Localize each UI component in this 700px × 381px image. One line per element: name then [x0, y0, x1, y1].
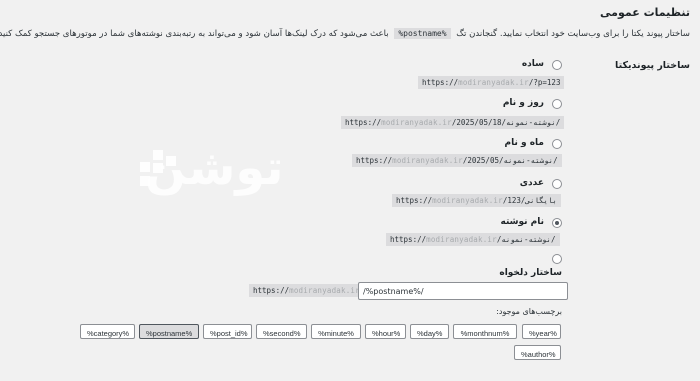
- sample-path: /نوشته-نمونه/: [496, 235, 556, 244]
- tag-button-category[interactable]: %category%: [80, 324, 135, 339]
- custom-url-prefix: https://modiranyadak.ir: [249, 284, 364, 297]
- tag-button-year[interactable]: %year%: [522, 324, 561, 339]
- section-title: تنظیمات عمومی: [600, 6, 690, 19]
- option-plain-label: ساده: [521, 59, 544, 69]
- prefix-domain: modiranyadak.ir: [289, 286, 360, 295]
- description-after: باعث می‌شود که درک لینک‌ها آسان شود و می…: [0, 29, 389, 39]
- sample-domain: modiranyadak.ir: [432, 196, 503, 205]
- radio-custom[interactable]: [552, 254, 562, 264]
- option-post-name-label: نام نوشته: [500, 217, 545, 227]
- sample-host: https://: [396, 196, 433, 205]
- sample-host: https://: [422, 78, 459, 87]
- prefix-host: https://: [253, 286, 290, 295]
- sample-host: https://: [356, 156, 393, 165]
- sample-domain: modiranyadak.ir: [426, 235, 497, 244]
- tag-button-postname[interactable]: %postname%: [139, 324, 199, 339]
- tag-button-minute[interactable]: %minute%: [311, 324, 361, 339]
- tag-button-day[interactable]: %day%: [410, 324, 449, 339]
- sample-host: https://: [390, 235, 427, 244]
- sample-plain: https://modiranyadak.ir/?p=123: [418, 76, 565, 89]
- option-day-name-label: روز و نام: [502, 98, 544, 108]
- radio-day-name[interactable]: [552, 99, 562, 109]
- description-before: ساختار پیوند یکتا را برای وب‌سایت خود ان…: [456, 29, 690, 39]
- tag-button-post-id[interactable]: %post_id%: [203, 324, 252, 339]
- radio-post-name[interactable]: [552, 218, 562, 228]
- sample-host: https://: [345, 118, 382, 127]
- permalink-description: ساختار پیوند یکتا را برای وب‌سایت خود ان…: [0, 27, 690, 41]
- sample-domain: modiranyadak.ir: [392, 156, 463, 165]
- sample-day-name: https://modiranyadak.ir/2025/05/18/نوشته…: [341, 116, 565, 129]
- option-month-name-label: ماه و نام: [504, 138, 544, 148]
- option-custom-label: ساختار دلخواه: [499, 268, 562, 278]
- sample-path: /2025/05/نوشته-نمونه/: [462, 156, 558, 165]
- sample-domain: modiranyadak.ir: [381, 118, 452, 127]
- tag-button-monthnum[interactable]: %monthnum%: [453, 324, 517, 339]
- radio-plain[interactable]: [552, 60, 562, 70]
- option-numeric-label: عددی: [519, 178, 544, 188]
- tag-button-second[interactable]: %second%: [256, 324, 307, 339]
- sample-path: /2025/05/18/نوشته-نمونه/: [451, 118, 561, 127]
- sample-domain: modiranyadak.ir: [458, 78, 529, 87]
- available-tags-label: برچسب‌های موجود:: [496, 307, 562, 316]
- description-tag: %postname%: [394, 28, 451, 39]
- tag-button-hour[interactable]: %hour%: [365, 324, 406, 339]
- sample-numeric: https://modiranyadak.ir/بایگانی/123: [392, 194, 562, 207]
- radio-numeric[interactable]: [552, 179, 562, 189]
- custom-structure-input[interactable]: [358, 282, 568, 300]
- sample-post-name: https://modiranyadak.ir/نوشته-نمونه/: [386, 233, 560, 246]
- sample-path: /?p=123: [528, 78, 561, 87]
- watermark-squares-icon: [140, 150, 180, 190]
- sample-path: /بایگانی/123: [502, 196, 558, 205]
- permalink-structure-label: ساختار پیوندیکتا: [615, 60, 690, 71]
- tag-button-author[interactable]: %author%: [514, 345, 561, 360]
- radio-month-name[interactable]: [552, 139, 562, 149]
- sample-month-name: https://modiranyadak.ir/2025/05/نوشته-نم…: [352, 154, 562, 167]
